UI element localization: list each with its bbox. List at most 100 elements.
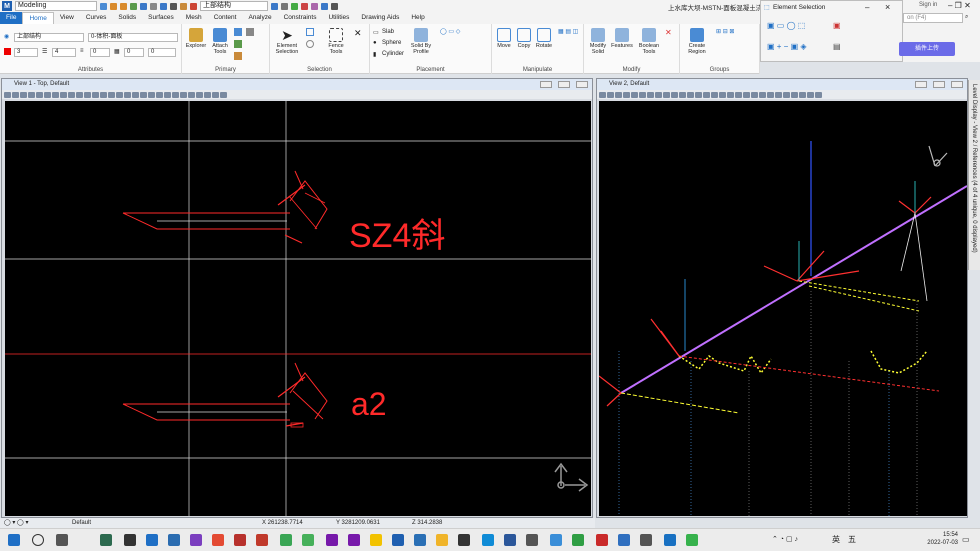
print-icon[interactable] — [331, 2, 338, 10]
view-icon[interactable] — [150, 2, 157, 10]
app-icon-14[interactable] — [640, 534, 652, 546]
rotate-button[interactable]: Rotate — [534, 28, 554, 49]
tab-analyze[interactable]: Analyze — [242, 12, 277, 24]
save-icon[interactable] — [100, 2, 107, 10]
explorer-button[interactable]: Explorer — [184, 28, 208, 49]
view-2-minimize[interactable] — [915, 81, 927, 88]
app-icon-15[interactable] — [664, 534, 676, 546]
wps-icon[interactable] — [596, 534, 608, 546]
app-icon-9[interactable] — [458, 534, 470, 546]
select-by-attributes-icon[interactable] — [306, 40, 314, 48]
mail-icon[interactable] — [146, 534, 158, 546]
notification-icon[interactable]: ▭ — [962, 535, 970, 544]
search-icon[interactable]: ⌕ — [965, 14, 968, 21]
view-2-close[interactable] — [951, 81, 963, 88]
boolean-tools-button[interactable]: Boolean Tools — [636, 28, 662, 55]
onenote-icon-2[interactable] — [348, 534, 360, 546]
status-controls-icons[interactable]: ◯ ▾ ◯ ▾ — [4, 518, 28, 528]
system-tray-icons[interactable]: ⌃ ◔ ▢ ♪ — [772, 535, 798, 543]
levels-icon[interactable] — [234, 40, 242, 48]
workspace-selector[interactable]: Modeling — [15, 1, 97, 11]
status-model[interactable]: Default — [72, 518, 91, 528]
undo-icon[interactable] — [110, 2, 117, 10]
tab-constraints[interactable]: Constraints — [278, 12, 323, 24]
line-icon[interactable] — [281, 2, 288, 10]
snap-icon[interactable] — [271, 2, 278, 10]
view-2-toolbar[interactable] — [597, 90, 967, 99]
app-icon-2[interactable] — [124, 534, 136, 546]
app-icon-5[interactable] — [256, 534, 268, 546]
app-icon-11[interactable] — [550, 534, 562, 546]
view-1-close[interactable] — [576, 81, 588, 88]
solid-by-profile-button[interactable]: Solid By Profile — [406, 28, 436, 55]
app-icon-1[interactable] — [100, 534, 112, 546]
app-icon-3[interactable] — [168, 534, 180, 546]
plugin-upload-button[interactable]: 插件上传 — [899, 42, 955, 56]
sticky-notes-icon[interactable] — [370, 534, 382, 546]
view-1-maximize[interactable] — [558, 81, 570, 88]
cylinder-label[interactable]: Cylinder — [382, 51, 404, 57]
app-icon-6[interactable] — [280, 534, 292, 546]
view-1-toolbar[interactable] — [2, 90, 592, 99]
wechat-icon[interactable] — [686, 534, 698, 546]
place-icon[interactable] — [311, 2, 318, 10]
start-menu-icon[interactable] — [8, 534, 20, 546]
selection-method-icons[interactable]: ▣ ▭ ◯ ⬚ — [767, 21, 805, 30]
arc-icon[interactable] — [291, 2, 298, 10]
tab-view[interactable]: View — [54, 12, 80, 24]
attach-tools-button[interactable]: Attach Tools — [208, 28, 232, 55]
move-button[interactable]: Move — [494, 28, 514, 49]
tab-curves[interactable]: Curves — [80, 12, 113, 24]
ime-mode[interactable]: 五 — [848, 534, 856, 545]
delete-icon[interactable]: ✕ — [665, 28, 672, 37]
clear-selection-icon[interactable]: ✕ — [354, 28, 362, 39]
tab-help[interactable]: Help — [405, 12, 430, 24]
microstation-logo[interactable]: M — [2, 1, 12, 11]
level-dropdown[interactable]: 上部结构 — [14, 33, 84, 42]
level-display-side-tab[interactable]: Level Display - View 2 / References (4 o… — [968, 80, 980, 270]
features-button[interactable]: Features — [610, 28, 634, 49]
tab-surfaces[interactable]: Surfaces — [142, 12, 180, 24]
ime-language[interactable]: 英 — [832, 534, 840, 545]
tab-mesh[interactable]: Mesh — [180, 12, 208, 24]
app-icon-12[interactable] — [572, 534, 584, 546]
brush-icon[interactable] — [180, 2, 187, 10]
raster-icon[interactable] — [246, 28, 254, 36]
app-icon-4[interactable] — [234, 534, 246, 546]
copy-button[interactable]: Copy — [514, 28, 534, 49]
file-explorer-icon[interactable] — [436, 534, 448, 546]
view-1-canvas[interactable]: SZ4斜 a2 — [5, 101, 591, 516]
references-icon[interactable] — [234, 52, 242, 60]
tab-file[interactable]: File — [0, 12, 23, 24]
task-view-icon[interactable] — [56, 534, 68, 546]
fence-tools-button[interactable]: Fence Tools — [322, 28, 350, 55]
fit-icon[interactable] — [160, 2, 167, 10]
view-1-minimize[interactable] — [540, 81, 552, 88]
view-2-canvas[interactable] — [598, 101, 968, 516]
text-icon[interactable] — [190, 2, 197, 10]
microstation-taskbar-icon[interactable] — [392, 534, 404, 546]
tool-icon[interactable] — [130, 2, 137, 10]
tab-drawing-aids[interactable]: Drawing Aids — [355, 12, 405, 24]
models-icon[interactable] — [234, 28, 242, 36]
sphere-label[interactable]: Sphere — [382, 40, 401, 46]
linestyle-dropdown[interactable]: 0 — [90, 48, 110, 57]
element-template-dropdown[interactable]: 0-体积-面板 — [88, 33, 178, 42]
app-icon-7[interactable] — [302, 534, 314, 546]
sign-in-link[interactable]: Sign in — [919, 2, 937, 8]
priority-dropdown[interactable]: 0 — [148, 48, 176, 57]
select-all-icon[interactable] — [306, 28, 314, 36]
selection-options-icon[interactable]: ▤ — [833, 42, 841, 51]
manipulate-more-icon[interactable]: ▦ ▤ ◫ — [558, 28, 578, 35]
weight-dropdown[interactable]: 4 — [52, 48, 76, 57]
color-dropdown[interactable]: 3 — [14, 48, 38, 57]
window-controls[interactable]: – ❐ ✕ — [948, 1, 971, 10]
close-icon[interactable]: × — [885, 2, 890, 12]
app-icon-10[interactable] — [526, 534, 538, 546]
edge-icon[interactable] — [482, 534, 494, 546]
slab-label[interactable]: Slab — [382, 29, 394, 35]
dimension-icon[interactable] — [321, 2, 328, 10]
element-selection-button[interactable]: ➤ Element Selection — [272, 28, 302, 55]
selection-mode-icon[interactable]: ▣ — [833, 21, 841, 30]
tab-utilities[interactable]: Utilities — [322, 12, 355, 24]
